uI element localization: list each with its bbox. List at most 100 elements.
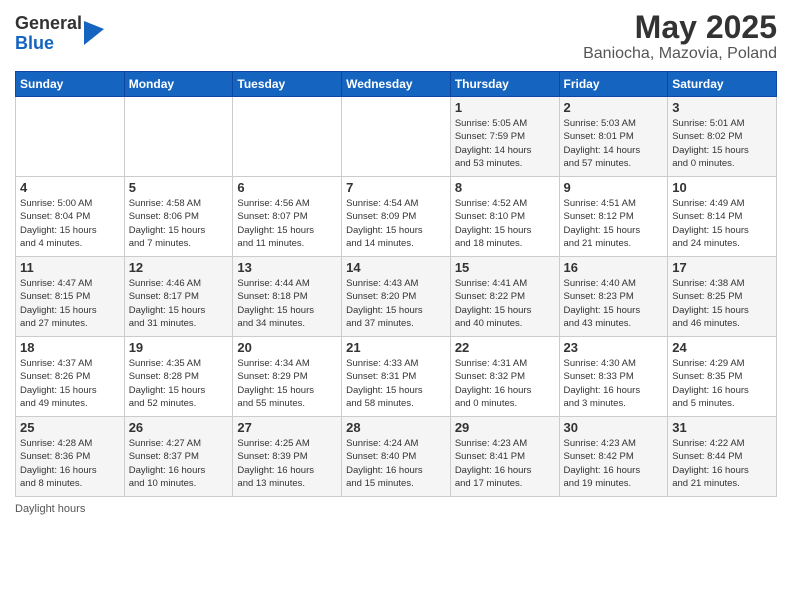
day-info: Sunrise: 4:58 AMSunset: 8:06 PMDaylight:… [129,197,229,250]
day-info: Sunrise: 4:34 AMSunset: 8:29 PMDaylight:… [237,357,337,410]
day-info: Sunrise: 4:23 AMSunset: 8:41 PMDaylight:… [455,437,555,490]
calendar-cell: 6 Sunrise: 4:56 AMSunset: 8:07 PMDaylight… [233,177,342,257]
page-subtitle: Baniocha, Mazovia, Poland [583,45,777,63]
day-number: 14 [346,260,446,275]
day-info: Sunrise: 4:46 AMSunset: 8:17 PMDaylight:… [129,277,229,330]
calendar-week-row: 11 Sunrise: 4:47 AMSunset: 8:15 PMDayligh… [16,257,777,337]
day-info: Sunrise: 4:30 AMSunset: 8:33 PMDaylight:… [564,357,664,410]
logo-icon [84,21,104,45]
calendar-week-row: 18Sunrise: 4:37 AMSunset: 8:26 PMDayligh… [16,337,777,417]
calendar-cell: 17 Sunrise: 4:38 AMSunset: 8:25 PMDayligh… [668,257,777,337]
day-number: 13 [237,260,337,275]
day-number: 19 [129,340,229,355]
day-number: 5 [129,180,229,195]
day-number: 23 [564,340,664,355]
calendar-day-header: Monday [124,72,233,97]
calendar-cell: 11 Sunrise: 4:47 AMSunset: 8:15 PMDayligh… [16,257,125,337]
day-info: Sunrise: 4:56 AMSunset: 8:07 PMDaylight:… [237,197,337,250]
day-info: Sunrise: 4:33 AMSunset: 8:31 PMDaylight:… [346,357,446,410]
footer-label: Daylight hours [15,503,85,515]
calendar-cell: 20Sunrise: 4:34 AMSunset: 8:29 PMDayligh… [233,337,342,417]
day-number: 3 [672,100,772,115]
day-number: 6 [237,180,337,195]
day-number: 29 [455,420,555,435]
calendar-cell: 9Sunrise: 4:51 AMSunset: 8:12 PMDaylight… [559,177,668,257]
calendar-week-row: 25 Sunrise: 4:28 AMSunset: 8:36 PMDayligh… [16,417,777,497]
logo-text: General Blue [15,14,82,54]
calendar-cell: 10Sunrise: 4:49 AMSunset: 8:14 PMDayligh… [668,177,777,257]
calendar-cell: 7 Sunrise: 4:54 AMSunset: 8:09 PMDaylight… [342,177,451,257]
day-info: Sunrise: 4:41 AMSunset: 8:22 PMDaylight:… [455,277,555,330]
day-number: 31 [672,420,772,435]
day-info: Sunrise: 4:31 AMSunset: 8:32 PMDaylight:… [455,357,555,410]
day-number: 26 [129,420,229,435]
day-info: Sunrise: 4:25 AMSunset: 8:39 PMDaylight:… [237,437,337,490]
calendar-cell: 28 Sunrise: 4:24 AMSunset: 8:40 PMDayligh… [342,417,451,497]
day-info: Sunrise: 4:43 AMSunset: 8:20 PMDaylight:… [346,277,446,330]
title-block: May 2025 Baniocha, Mazovia, Poland [583,10,777,63]
day-info: Sunrise: 4:47 AMSunset: 8:15 PMDaylight:… [20,277,120,330]
calendar-week-row: 4 Sunrise: 5:00 AMSunset: 8:04 PMDaylight… [16,177,777,257]
day-number: 25 [20,420,120,435]
calendar-cell [233,97,342,177]
day-number: 27 [237,420,337,435]
calendar-day-header: Saturday [668,72,777,97]
calendar-cell: 31 Sunrise: 4:22 AMSunset: 8:44 PMDayligh… [668,417,777,497]
day-info: Sunrise: 4:24 AMSunset: 8:40 PMDaylight:… [346,437,446,490]
calendar-day-header: Tuesday [233,72,342,97]
calendar-day-header: Friday [559,72,668,97]
day-number: 28 [346,420,446,435]
day-number: 8 [455,180,555,195]
day-number: 15 [455,260,555,275]
calendar-cell [124,97,233,177]
calendar-cell: 14 Sunrise: 4:43 AMSunset: 8:20 PMDayligh… [342,257,451,337]
logo-general: General [15,14,82,34]
calendar-cell: 15 Sunrise: 4:41 AMSunset: 8:22 PMDayligh… [450,257,559,337]
calendar-cell: 27 Sunrise: 4:25 AMSunset: 8:39 PMDayligh… [233,417,342,497]
calendar-cell: 26Sunrise: 4:27 AMSunset: 8:37 PMDayligh… [124,417,233,497]
day-number: 17 [672,260,772,275]
page-title: May 2025 [583,10,777,45]
day-info: Sunrise: 4:40 AMSunset: 8:23 PMDaylight:… [564,277,664,330]
day-info: Sunrise: 4:52 AMSunset: 8:10 PMDaylight:… [455,197,555,250]
day-number: 21 [346,340,446,355]
day-info: Sunrise: 4:51 AMSunset: 8:12 PMDaylight:… [564,197,664,250]
calendar-cell [342,97,451,177]
day-number: 12 [129,260,229,275]
calendar-cell: 8 Sunrise: 4:52 AMSunset: 8:10 PMDaylight… [450,177,559,257]
day-info: Sunrise: 5:03 AMSunset: 8:01 PMDaylight:… [564,117,664,170]
day-number: 7 [346,180,446,195]
day-info: Sunrise: 4:28 AMSunset: 8:36 PMDaylight:… [20,437,120,490]
calendar-cell: 2Sunrise: 5:03 AMSunset: 8:01 PMDaylight… [559,97,668,177]
calendar-header-row: SundayMondayTuesdayWednesdayThursdayFrid… [16,72,777,97]
day-number: 24 [672,340,772,355]
calendar-cell: 1Sunrise: 5:05 AMSunset: 7:59 PMDaylight… [450,97,559,177]
day-number: 11 [20,260,120,275]
calendar-cell: 23 Sunrise: 4:30 AMSunset: 8:33 PMDayligh… [559,337,668,417]
day-number: 16 [564,260,664,275]
day-number: 4 [20,180,120,195]
day-info: Sunrise: 4:29 AMSunset: 8:35 PMDaylight:… [672,357,772,410]
logo-blue: Blue [15,34,82,54]
calendar-day-header: Sunday [16,72,125,97]
day-info: Sunrise: 4:44 AMSunset: 8:18 PMDaylight:… [237,277,337,330]
calendar-cell: 5 Sunrise: 4:58 AMSunset: 8:06 PMDaylight… [124,177,233,257]
day-info: Sunrise: 4:38 AMSunset: 8:25 PMDaylight:… [672,277,772,330]
logo: General Blue [15,14,104,54]
day-info: Sunrise: 5:00 AMSunset: 8:04 PMDaylight:… [20,197,120,250]
calendar-cell: 18Sunrise: 4:37 AMSunset: 8:26 PMDayligh… [16,337,125,417]
day-info: Sunrise: 4:54 AMSunset: 8:09 PMDaylight:… [346,197,446,250]
calendar-week-row: 1Sunrise: 5:05 AMSunset: 7:59 PMDaylight… [16,97,777,177]
calendar-cell: 24 Sunrise: 4:29 AMSunset: 8:35 PMDayligh… [668,337,777,417]
calendar-cell: 19 Sunrise: 4:35 AMSunset: 8:28 PMDayligh… [124,337,233,417]
calendar-cell: 30Sunrise: 4:23 AMSunset: 8:42 PMDayligh… [559,417,668,497]
day-number: 18 [20,340,120,355]
calendar-cell: 3Sunrise: 5:01 AMSunset: 8:02 PMDaylight… [668,97,777,177]
day-info: Sunrise: 4:22 AMSunset: 8:44 PMDaylight:… [672,437,772,490]
day-number: 1 [455,100,555,115]
day-info: Sunrise: 4:35 AMSunset: 8:28 PMDaylight:… [129,357,229,410]
calendar-cell: 25 Sunrise: 4:28 AMSunset: 8:36 PMDayligh… [16,417,125,497]
calendar-day-header: Wednesday [342,72,451,97]
day-number: 30 [564,420,664,435]
day-number: 10 [672,180,772,195]
